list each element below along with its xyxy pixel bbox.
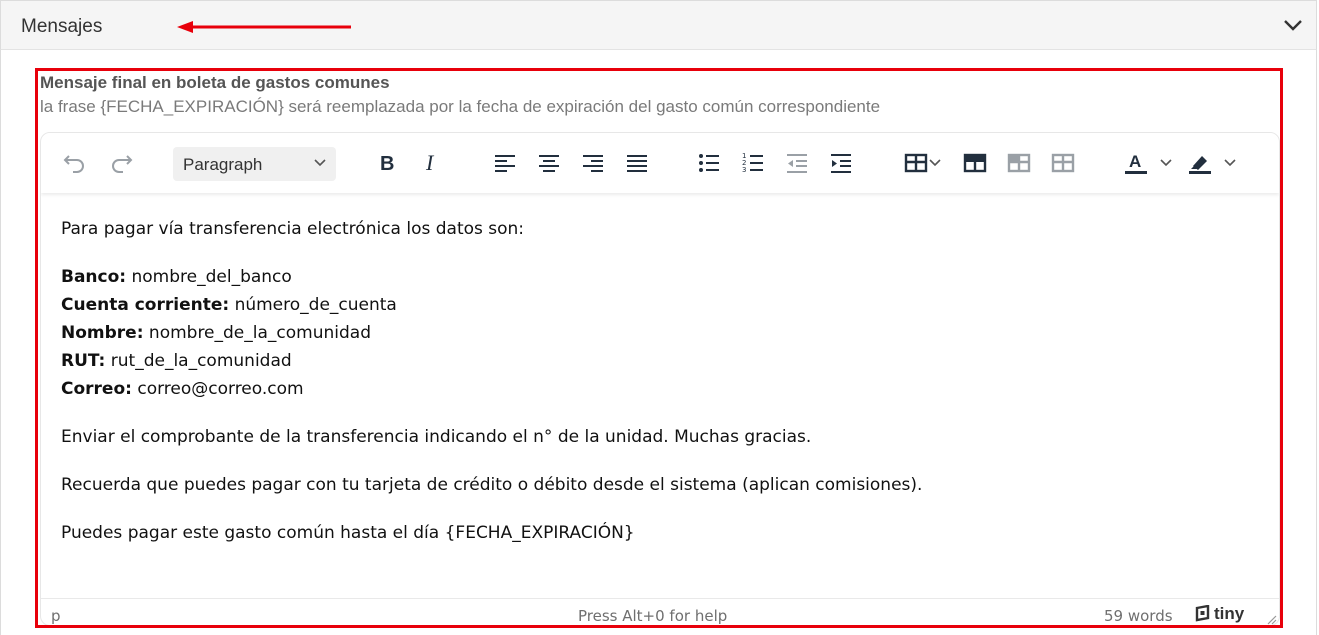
annotation-arrow-icon bbox=[177, 21, 351, 33]
annotation-highlight-box bbox=[35, 68, 1283, 628]
mensajes-panel-header[interactable]: Mensajes bbox=[0, 0, 1317, 50]
panel-title: Mensajes bbox=[21, 16, 103, 37]
chevron-down-icon[interactable] bbox=[1282, 17, 1304, 33]
